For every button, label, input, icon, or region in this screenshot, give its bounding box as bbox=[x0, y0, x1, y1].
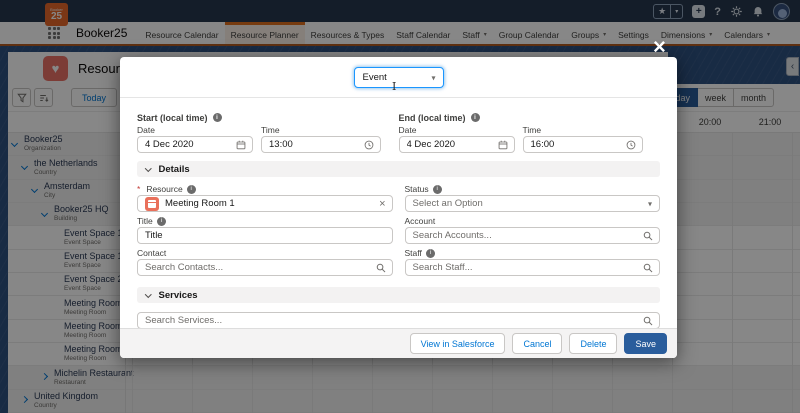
end-time-label: Time bbox=[523, 124, 643, 136]
reservation-modal: Event Start (local time) Date bbox=[120, 57, 677, 358]
contact-search-input[interactable] bbox=[145, 262, 385, 273]
title-field[interactable] bbox=[137, 227, 393, 244]
clock-icon[interactable] bbox=[626, 140, 636, 150]
search-icon bbox=[643, 263, 653, 273]
start-label: Start (local time) bbox=[137, 113, 208, 123]
end-date-input[interactable] bbox=[407, 139, 507, 150]
contact-label: Contact bbox=[137, 248, 166, 258]
services-search-field[interactable] bbox=[137, 312, 660, 329]
text-cursor bbox=[392, 80, 396, 93]
modal-close-button[interactable]: × bbox=[653, 36, 666, 58]
start-time-input[interactable] bbox=[269, 139, 373, 150]
services-section-toggle[interactable]: Services bbox=[137, 287, 660, 303]
contact-search-field[interactable] bbox=[137, 259, 393, 276]
resource-value: Meeting Room 1 bbox=[165, 198, 235, 209]
title-label: Title bbox=[137, 216, 153, 226]
staff-search-field[interactable] bbox=[405, 259, 661, 276]
end-date-label: Date bbox=[399, 124, 515, 136]
info-icon[interactable] bbox=[471, 113, 480, 122]
modal-body: Start (local time) Date bbox=[120, 111, 677, 329]
info-icon[interactable] bbox=[213, 113, 222, 122]
info-icon[interactable] bbox=[187, 185, 196, 194]
status-select[interactable]: Select an Option bbox=[405, 195, 661, 212]
calendar-icon[interactable] bbox=[498, 140, 508, 150]
start-date-input[interactable] bbox=[145, 139, 245, 150]
reservation-type-select[interactable]: Event bbox=[354, 67, 444, 88]
section-chevron-icon bbox=[145, 165, 151, 171]
cancel-button[interactable]: Cancel bbox=[512, 333, 562, 354]
start-time-label: Time bbox=[261, 124, 381, 136]
end-time-field[interactable] bbox=[523, 136, 643, 153]
end-label: End (local time) bbox=[399, 113, 466, 123]
start-time-field[interactable] bbox=[261, 136, 381, 153]
staff-label: Staff bbox=[405, 248, 422, 258]
staff-search-input[interactable] bbox=[413, 262, 653, 273]
account-label: Account bbox=[405, 216, 436, 226]
end-group: End (local time) Date bbox=[399, 111, 647, 153]
save-button[interactable]: Save bbox=[624, 333, 667, 354]
search-icon bbox=[643, 231, 653, 241]
chevron-down-icon bbox=[648, 198, 652, 209]
resource-type-icon bbox=[145, 197, 159, 211]
modal-footer: View in Salesforce Cancel Delete Save bbox=[120, 328, 677, 358]
search-icon bbox=[643, 316, 653, 326]
clear-resource-icon[interactable] bbox=[379, 198, 385, 210]
details-section-toggle[interactable]: Details bbox=[137, 161, 660, 177]
chevron-down-icon bbox=[431, 72, 435, 83]
details-fields: Resource Meeting Room 1 Status bbox=[137, 183, 660, 279]
info-icon[interactable] bbox=[426, 249, 435, 258]
start-date-field[interactable] bbox=[137, 136, 253, 153]
reservation-type-row: Event bbox=[120, 57, 677, 98]
view-in-salesforce-button[interactable]: View in Salesforce bbox=[410, 333, 506, 354]
account-search-input[interactable] bbox=[413, 230, 653, 241]
resource-field[interactable]: Meeting Room 1 bbox=[137, 195, 393, 212]
start-date-label: Date bbox=[137, 124, 253, 136]
delete-button[interactable]: Delete bbox=[569, 333, 617, 354]
status-label: Status bbox=[405, 184, 429, 194]
info-icon[interactable] bbox=[433, 185, 442, 194]
account-search-field[interactable] bbox=[405, 227, 661, 244]
screen: Booker 25 All Booker25 Resource Calendar… bbox=[0, 0, 800, 413]
end-date-field[interactable] bbox=[399, 136, 515, 153]
clock-icon[interactable] bbox=[364, 140, 374, 150]
section-chevron-icon bbox=[145, 291, 151, 297]
calendar-icon[interactable] bbox=[236, 140, 246, 150]
start-group: Start (local time) Date bbox=[137, 111, 385, 153]
resource-label: Resource bbox=[146, 184, 182, 194]
title-input[interactable] bbox=[145, 230, 385, 241]
datetime-row: Start (local time) Date bbox=[137, 111, 660, 153]
info-icon[interactable] bbox=[157, 217, 166, 226]
end-time-input[interactable] bbox=[531, 139, 635, 150]
search-icon bbox=[376, 263, 386, 273]
services-search-input[interactable] bbox=[145, 315, 652, 326]
